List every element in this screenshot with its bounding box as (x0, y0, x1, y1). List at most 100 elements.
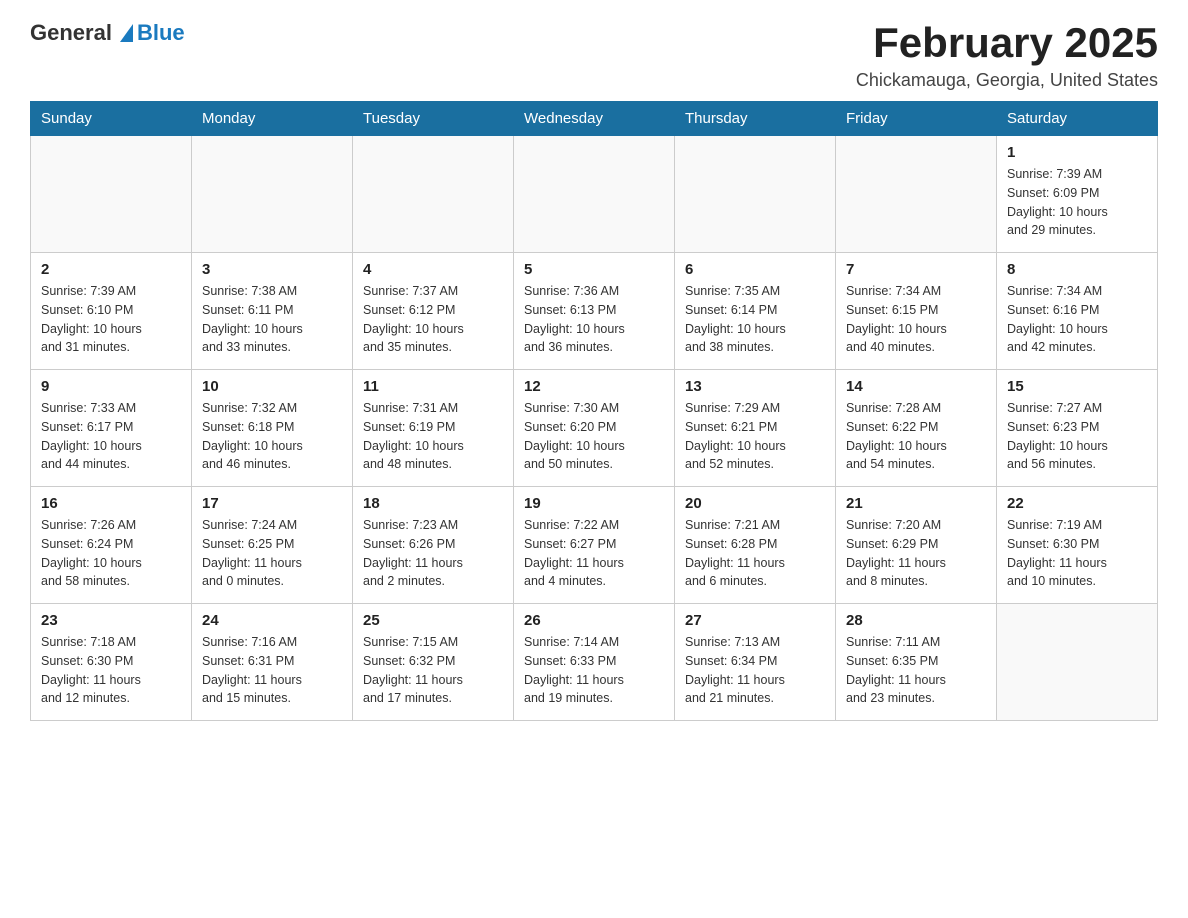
calendar-cell: 21 Sunrise: 7:20 AMSunset: 6:29 PMDaylig… (836, 487, 997, 604)
day-info: Sunrise: 7:14 AMSunset: 6:33 PMDaylight:… (524, 633, 664, 708)
calendar-cell: 10 Sunrise: 7:32 AMSunset: 6:18 PMDaylig… (192, 370, 353, 487)
calendar-table: Sunday Monday Tuesday Wednesday Thursday… (30, 101, 1158, 721)
day-info: Sunrise: 7:29 AMSunset: 6:21 PMDaylight:… (685, 399, 825, 474)
day-number: 4 (363, 261, 503, 278)
logo-text-blue: Blue (137, 20, 185, 46)
day-info: Sunrise: 7:39 AMSunset: 6:10 PMDaylight:… (41, 282, 181, 357)
day-info: Sunrise: 7:34 AMSunset: 6:15 PMDaylight:… (846, 282, 986, 357)
day-number: 15 (1007, 378, 1147, 395)
calendar-cell: 1 Sunrise: 7:39 AMSunset: 6:09 PMDayligh… (997, 136, 1158, 253)
day-info: Sunrise: 7:31 AMSunset: 6:19 PMDaylight:… (363, 399, 503, 474)
day-number: 5 (524, 261, 664, 278)
day-number: 22 (1007, 495, 1147, 512)
calendar-cell: 4 Sunrise: 7:37 AMSunset: 6:12 PMDayligh… (353, 253, 514, 370)
day-number: 16 (41, 495, 181, 512)
week-row-1: 2 Sunrise: 7:39 AMSunset: 6:10 PMDayligh… (31, 253, 1158, 370)
calendar-cell: 17 Sunrise: 7:24 AMSunset: 6:25 PMDaylig… (192, 487, 353, 604)
logo-text-general: General (30, 20, 112, 46)
header-wednesday: Wednesday (514, 102, 675, 136)
calendar-cell (31, 136, 192, 253)
weekday-header-row: Sunday Monday Tuesday Wednesday Thursday… (31, 102, 1158, 136)
day-info: Sunrise: 7:34 AMSunset: 6:16 PMDaylight:… (1007, 282, 1147, 357)
day-number: 26 (524, 612, 664, 629)
calendar-cell: 18 Sunrise: 7:23 AMSunset: 6:26 PMDaylig… (353, 487, 514, 604)
day-info: Sunrise: 7:37 AMSunset: 6:12 PMDaylight:… (363, 282, 503, 357)
calendar-cell: 8 Sunrise: 7:34 AMSunset: 6:16 PMDayligh… (997, 253, 1158, 370)
logo: General Blue (30, 20, 185, 46)
calendar-cell (836, 136, 997, 253)
calendar-cell: 16 Sunrise: 7:26 AMSunset: 6:24 PMDaylig… (31, 487, 192, 604)
day-info: Sunrise: 7:32 AMSunset: 6:18 PMDaylight:… (202, 399, 342, 474)
calendar-cell: 6 Sunrise: 7:35 AMSunset: 6:14 PMDayligh… (675, 253, 836, 370)
title-block: February 2025 Chickamauga, Georgia, Unit… (856, 20, 1158, 91)
day-number: 25 (363, 612, 503, 629)
day-info: Sunrise: 7:13 AMSunset: 6:34 PMDaylight:… (685, 633, 825, 708)
day-number: 10 (202, 378, 342, 395)
calendar-subtitle: Chickamauga, Georgia, United States (856, 70, 1158, 91)
day-number: 14 (846, 378, 986, 395)
header-saturday: Saturday (997, 102, 1158, 136)
day-info: Sunrise: 7:11 AMSunset: 6:35 PMDaylight:… (846, 633, 986, 708)
day-number: 8 (1007, 261, 1147, 278)
day-info: Sunrise: 7:15 AMSunset: 6:32 PMDaylight:… (363, 633, 503, 708)
calendar-cell: 7 Sunrise: 7:34 AMSunset: 6:15 PMDayligh… (836, 253, 997, 370)
day-number: 20 (685, 495, 825, 512)
day-info: Sunrise: 7:16 AMSunset: 6:31 PMDaylight:… (202, 633, 342, 708)
calendar-cell: 13 Sunrise: 7:29 AMSunset: 6:21 PMDaylig… (675, 370, 836, 487)
day-number: 18 (363, 495, 503, 512)
day-number: 21 (846, 495, 986, 512)
day-number: 19 (524, 495, 664, 512)
day-info: Sunrise: 7:26 AMSunset: 6:24 PMDaylight:… (41, 516, 181, 591)
calendar-cell (997, 604, 1158, 721)
day-number: 3 (202, 261, 342, 278)
calendar-cell: 26 Sunrise: 7:14 AMSunset: 6:33 PMDaylig… (514, 604, 675, 721)
day-info: Sunrise: 7:22 AMSunset: 6:27 PMDaylight:… (524, 516, 664, 591)
header-friday: Friday (836, 102, 997, 136)
calendar-cell (192, 136, 353, 253)
day-number: 13 (685, 378, 825, 395)
calendar-cell: 28 Sunrise: 7:11 AMSunset: 6:35 PMDaylig… (836, 604, 997, 721)
day-info: Sunrise: 7:35 AMSunset: 6:14 PMDaylight:… (685, 282, 825, 357)
calendar-cell (353, 136, 514, 253)
calendar-cell: 11 Sunrise: 7:31 AMSunset: 6:19 PMDaylig… (353, 370, 514, 487)
calendar-cell: 19 Sunrise: 7:22 AMSunset: 6:27 PMDaylig… (514, 487, 675, 604)
calendar-cell: 5 Sunrise: 7:36 AMSunset: 6:13 PMDayligh… (514, 253, 675, 370)
week-row-4: 23 Sunrise: 7:18 AMSunset: 6:30 PMDaylig… (31, 604, 1158, 721)
calendar-cell: 15 Sunrise: 7:27 AMSunset: 6:23 PMDaylig… (997, 370, 1158, 487)
day-number: 11 (363, 378, 503, 395)
day-number: 6 (685, 261, 825, 278)
day-info: Sunrise: 7:27 AMSunset: 6:23 PMDaylight:… (1007, 399, 1147, 474)
day-info: Sunrise: 7:38 AMSunset: 6:11 PMDaylight:… (202, 282, 342, 357)
day-number: 2 (41, 261, 181, 278)
day-info: Sunrise: 7:19 AMSunset: 6:30 PMDaylight:… (1007, 516, 1147, 591)
calendar-cell: 27 Sunrise: 7:13 AMSunset: 6:34 PMDaylig… (675, 604, 836, 721)
day-info: Sunrise: 7:18 AMSunset: 6:30 PMDaylight:… (41, 633, 181, 708)
day-info: Sunrise: 7:23 AMSunset: 6:26 PMDaylight:… (363, 516, 503, 591)
day-number: 28 (846, 612, 986, 629)
day-number: 1 (1007, 144, 1147, 161)
day-number: 17 (202, 495, 342, 512)
week-row-0: 1 Sunrise: 7:39 AMSunset: 6:09 PMDayligh… (31, 136, 1158, 253)
day-number: 9 (41, 378, 181, 395)
calendar-cell: 9 Sunrise: 7:33 AMSunset: 6:17 PMDayligh… (31, 370, 192, 487)
day-info: Sunrise: 7:20 AMSunset: 6:29 PMDaylight:… (846, 516, 986, 591)
day-info: Sunrise: 7:28 AMSunset: 6:22 PMDaylight:… (846, 399, 986, 474)
week-row-3: 16 Sunrise: 7:26 AMSunset: 6:24 PMDaylig… (31, 487, 1158, 604)
calendar-cell: 2 Sunrise: 7:39 AMSunset: 6:10 PMDayligh… (31, 253, 192, 370)
day-info: Sunrise: 7:36 AMSunset: 6:13 PMDaylight:… (524, 282, 664, 357)
calendar-cell: 20 Sunrise: 7:21 AMSunset: 6:28 PMDaylig… (675, 487, 836, 604)
header-tuesday: Tuesday (353, 102, 514, 136)
calendar-cell: 22 Sunrise: 7:19 AMSunset: 6:30 PMDaylig… (997, 487, 1158, 604)
calendar-cell: 3 Sunrise: 7:38 AMSunset: 6:11 PMDayligh… (192, 253, 353, 370)
page-header: General Blue February 2025 Chickamauga, … (30, 20, 1158, 91)
calendar-cell: 12 Sunrise: 7:30 AMSunset: 6:20 PMDaylig… (514, 370, 675, 487)
calendar-cell (675, 136, 836, 253)
week-row-2: 9 Sunrise: 7:33 AMSunset: 6:17 PMDayligh… (31, 370, 1158, 487)
header-thursday: Thursday (675, 102, 836, 136)
calendar-cell: 24 Sunrise: 7:16 AMSunset: 6:31 PMDaylig… (192, 604, 353, 721)
calendar-cell: 14 Sunrise: 7:28 AMSunset: 6:22 PMDaylig… (836, 370, 997, 487)
calendar-cell (514, 136, 675, 253)
day-number: 12 (524, 378, 664, 395)
day-number: 7 (846, 261, 986, 278)
day-number: 24 (202, 612, 342, 629)
